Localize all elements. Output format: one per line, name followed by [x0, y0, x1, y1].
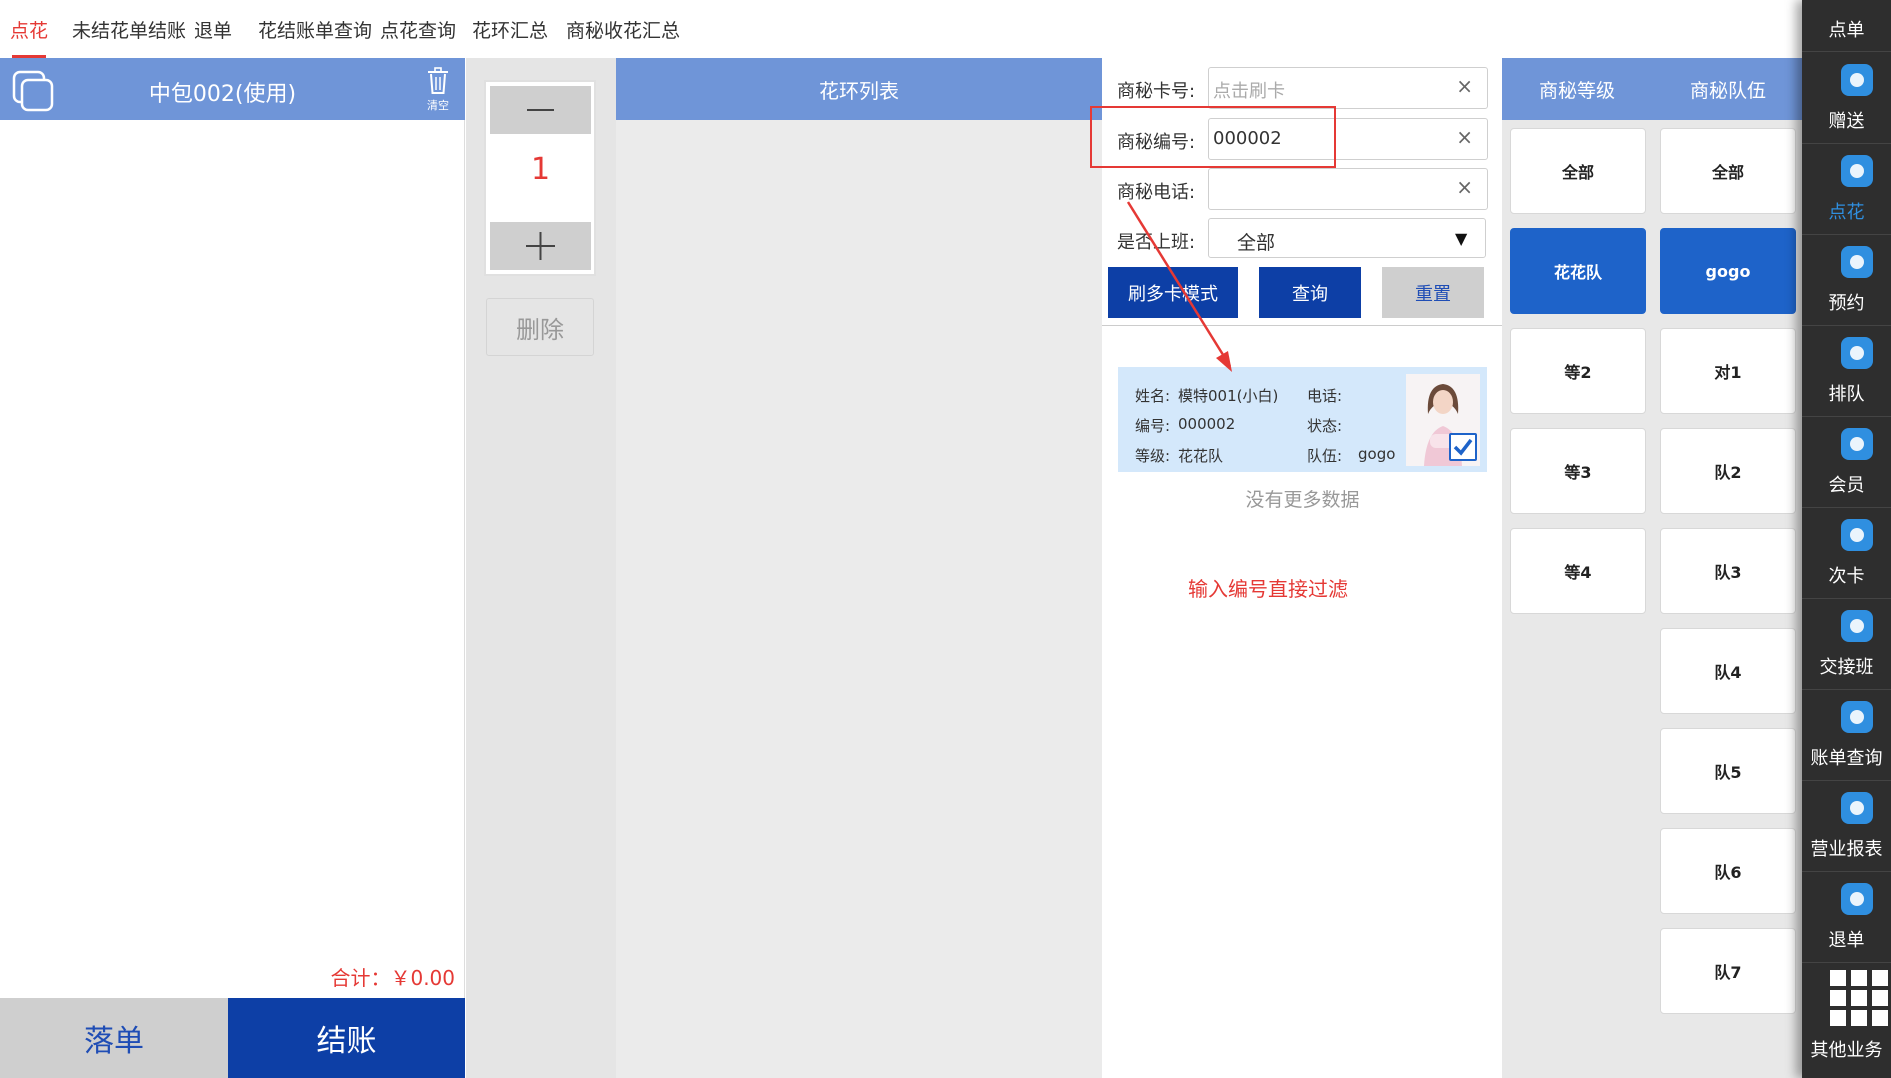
clear-phone-icon[interactable]: ×: [1456, 175, 1473, 199]
code-label: 编号:: [1135, 417, 1171, 435]
sidebar-label-member: 会员: [1828, 475, 1865, 496]
order-total: 合计：￥0.00: [330, 966, 455, 990]
annotation-highlight-box: [1090, 106, 1336, 168]
tab-garland-summary[interactable]: 花环汇总: [472, 16, 548, 43]
level-label: 等级:: [1135, 447, 1171, 465]
queue-icon: [1841, 337, 1873, 369]
reservation-icon: [1841, 246, 1873, 278]
minus-button[interactable]: [490, 86, 591, 134]
sidebar-label-report: 营业报表: [1810, 839, 1883, 860]
team-button[interactable]: 队7: [1660, 928, 1796, 1014]
order-panel: [0, 58, 465, 1078]
flower-icon: [1841, 155, 1873, 187]
clear-code-icon[interactable]: ×: [1456, 125, 1473, 149]
sidebar-label-shift-handover: 交接班: [1819, 657, 1874, 678]
place-order-button[interactable]: 落单: [0, 998, 228, 1078]
gift-icon: [1841, 64, 1873, 96]
tab-flower-query[interactable]: 点花查询: [380, 16, 456, 43]
sidebar-label-flower: 点花: [1828, 202, 1865, 223]
quantity-value: 1: [530, 152, 551, 187]
team-button[interactable]: 对1: [1660, 328, 1796, 414]
level-button[interactable]: 等3: [1510, 428, 1646, 514]
tab-dianhua[interactable]: 点花: [10, 16, 48, 43]
status-label: 状态:: [1307, 417, 1343, 435]
sidebar-label-refund: 退单: [1828, 930, 1865, 951]
reset-button[interactable]: 重置: [1382, 267, 1484, 318]
sidebar-label-queue: 排队: [1828, 384, 1865, 405]
swipe-multi-card-button[interactable]: 刷多卡模式: [1108, 267, 1238, 318]
code-value: 000002: [1178, 415, 1236, 433]
report-icon: [1841, 792, 1873, 824]
card-number-placeholder: 点击刷卡: [1213, 81, 1285, 102]
team-button[interactable]: 队2: [1660, 428, 1796, 514]
secretary-phone-label: 商秘电话:: [1117, 182, 1196, 203]
trash-icon[interactable]: [424, 66, 452, 96]
name-label: 姓名:: [1135, 387, 1171, 405]
team-value: gogo: [1358, 445, 1396, 463]
flower-list-header: 花环列表: [616, 58, 1102, 120]
level-button[interactable]: 等2: [1510, 328, 1646, 414]
check-icon: [1453, 438, 1473, 456]
level-button[interactable]: 花花队: [1510, 228, 1646, 314]
filter-divider: [1102, 325, 1502, 326]
phone-label: 电话:: [1307, 387, 1343, 405]
shift-handover-icon: [1841, 610, 1873, 642]
delete-button[interactable]: 删除: [486, 298, 594, 356]
level-button[interactable]: 全部: [1510, 128, 1646, 214]
on-duty-value: 全部: [1237, 232, 1276, 254]
staff-checkbox[interactable]: [1449, 433, 1477, 461]
team-button[interactable]: 队4: [1660, 628, 1796, 714]
team-label: 队伍:: [1307, 447, 1343, 465]
team-button[interactable]: 全部: [1660, 128, 1796, 214]
tab-flower-bill-query[interactable]: 花结账单查询: [258, 16, 372, 43]
room-title: 中包002(使用): [148, 82, 297, 107]
no-more-data-text: 没有更多数据: [1245, 489, 1360, 511]
sidebar-label-reservation: 预约: [1828, 293, 1865, 314]
team-button[interactable]: 队3: [1660, 528, 1796, 614]
tab-unsettled-flower-checkout[interactable]: 未结花单结账: [72, 16, 186, 43]
top-tab-bar: 点花 未结花单结账 退单 花结账单查询 点花查询 花环汇总 商秘收花汇总: [0, 0, 1800, 58]
plus-button[interactable]: [490, 222, 591, 270]
clear-card-icon[interactable]: ×: [1456, 74, 1473, 98]
bill-query-icon: [1841, 701, 1873, 733]
level-value: 花花队: [1178, 447, 1224, 465]
card-number-label: 商秘卡号:: [1117, 81, 1196, 102]
on-duty-label: 是否上班:: [1117, 232, 1196, 253]
query-button[interactable]: 查询: [1259, 267, 1361, 318]
sidebar-label-count-card: 次卡: [1828, 566, 1865, 587]
team-button[interactable]: gogo: [1660, 228, 1796, 314]
refund-icon: [1841, 883, 1873, 915]
checkout-button[interactable]: 结账: [228, 998, 465, 1078]
flower-list: [616, 120, 1102, 1078]
level-header: 商秘等级: [1538, 80, 1615, 102]
sidebar-label-more: 其他业务: [1810, 1040, 1883, 1061]
copy-icon[interactable]: [12, 70, 56, 112]
count-card-icon: [1841, 519, 1873, 551]
filter-panel: [1102, 58, 1502, 1078]
plus-icon: [526, 232, 555, 260]
tab-refund[interactable]: 退单: [194, 16, 232, 43]
annotation-text: 输入编号直接过滤: [1188, 577, 1348, 601]
sidebar-label-bill-query: 账单查询: [1810, 748, 1883, 769]
team-button[interactable]: 队6: [1660, 828, 1796, 914]
member-icon: [1841, 428, 1873, 460]
secretary-phone-field[interactable]: ×: [1208, 168, 1488, 210]
grid-menu-icon: [1830, 970, 1890, 1026]
level-button[interactable]: 等4: [1510, 528, 1646, 614]
clear-label[interactable]: 清空: [420, 97, 456, 113]
team-button[interactable]: 队5: [1660, 728, 1796, 814]
tab-secretary-flower-summary[interactable]: 商秘收花汇总: [566, 16, 680, 43]
sidebar-label-order: 点单: [1828, 20, 1865, 41]
card-number-field[interactable]: 点击刷卡 ×: [1208, 67, 1488, 109]
team-header: 商秘队伍: [1689, 80, 1766, 102]
sidebar-label-gift: 赠送: [1828, 111, 1865, 132]
name-value: 模特001(小白): [1178, 387, 1279, 405]
minus-icon: [527, 109, 554, 111]
dropdown-arrow-icon[interactable]: ▼: [1455, 229, 1467, 248]
